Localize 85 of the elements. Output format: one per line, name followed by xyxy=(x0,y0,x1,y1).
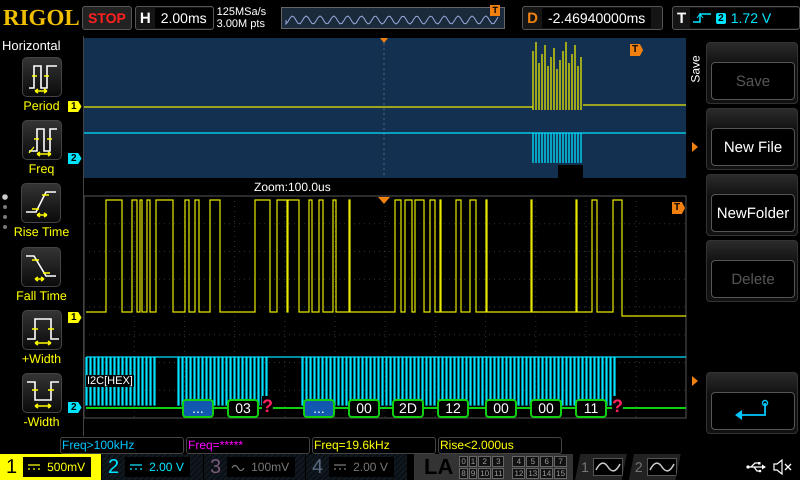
generator-number: 1 xyxy=(581,459,589,475)
measurement-result: Freq=19.6kHz xyxy=(312,436,436,454)
digital-channel-cell: 2 xyxy=(478,456,492,466)
digital-channel-cell: 9 xyxy=(468,468,478,478)
channel-scale: 100mV xyxy=(251,460,290,474)
decode-bus-label: I2C[HEX] xyxy=(86,375,134,387)
trigger-marker: T xyxy=(672,202,686,214)
channel-tab[interactable]: 4 2.00 V xyxy=(306,454,407,480)
channel-marker: 2 xyxy=(68,153,82,164)
digital-channel-cell: 6 xyxy=(540,456,554,466)
back-button[interactable] xyxy=(711,392,795,430)
sine-wave-icon xyxy=(646,458,677,476)
zoom-label: Zoom:100.0us xyxy=(254,180,331,194)
digital-channel-cell: 8 xyxy=(459,468,468,478)
timebase-value: 2.00ms xyxy=(154,8,213,28)
trigger-level-icon xyxy=(692,376,698,386)
page-dots-icon xyxy=(2,194,8,230)
speaker-muted-icon xyxy=(772,459,792,475)
channel-number: 3 xyxy=(210,456,222,478)
rising-edge-icon xyxy=(693,12,712,24)
data-packet: 12 xyxy=(437,399,469,418)
trigger-source: 2 xyxy=(716,12,726,24)
softkey-button[interactable]: New File xyxy=(711,128,795,166)
trigger-level: 1.72 V xyxy=(730,9,772,28)
usb-icon xyxy=(746,461,766,473)
channel-tab[interactable]: 3 100mV xyxy=(204,454,305,480)
channel-scale: 500mV xyxy=(47,460,86,474)
generator-number: 2 xyxy=(634,459,643,475)
generator-tab[interactable]: 2 xyxy=(628,454,681,480)
data-packet: 03 xyxy=(227,399,259,418)
digital-channel-cell: 3 xyxy=(492,456,504,466)
digital-channel-cell: 5 xyxy=(526,456,540,466)
channel-tab[interactable]: 2 2.00 V xyxy=(102,454,203,480)
trigger-position-icon xyxy=(378,197,390,204)
trigger-level-icon xyxy=(692,142,698,152)
trigger-position-icon xyxy=(380,38,388,43)
digital-channel-cell: 0 xyxy=(459,456,468,466)
channel-marker: 2 xyxy=(68,402,82,413)
zoom-window-indicator xyxy=(558,165,583,178)
delay-display[interactable]: D -2.46940000ms xyxy=(522,6,663,30)
data-packet: 00 xyxy=(485,399,517,418)
menu-title: Horizontal xyxy=(1,37,61,55)
stop-button[interactable]: STOP xyxy=(82,6,132,30)
data-packet: 00 xyxy=(530,399,562,418)
digital-channel-cell: 7 xyxy=(554,456,568,466)
memory-depth: 3.00M pts xyxy=(216,18,266,30)
digital-channel-cell: 13 xyxy=(526,468,540,478)
channel-tab[interactable]: 1 500mV xyxy=(0,454,101,480)
digital-channel-cell: 12 xyxy=(512,468,526,478)
channel-scale: 2.00 V xyxy=(149,460,184,474)
trigger-marker: T xyxy=(630,44,644,56)
channel-marker: 1 xyxy=(68,101,82,112)
timebase-label: H xyxy=(138,10,152,26)
sine-wave-icon xyxy=(592,458,623,476)
softkey-button[interactable]: NewFolder xyxy=(711,194,795,232)
data-packet: 11 xyxy=(575,399,607,418)
sample-rate: 125MSa/s xyxy=(216,6,268,18)
delay-label: D xyxy=(526,10,539,26)
digital-channel-cell: 1 xyxy=(468,456,478,466)
delay-value: -2.46940000ms xyxy=(542,8,652,28)
digital-channel-cell: 10 xyxy=(478,468,492,478)
timebase-display[interactable]: H 2.00ms xyxy=(134,6,214,30)
measurement-result: Rise<2.000us xyxy=(438,436,562,454)
channel-number: 2 xyxy=(108,456,120,478)
digital-channel-cell: 11 xyxy=(492,468,504,478)
address-packet: ... xyxy=(303,399,335,418)
digital-channel-cell: 15 xyxy=(554,468,568,478)
trigger-position-marker: T xyxy=(490,5,500,16)
data-packet: 00 xyxy=(348,399,380,418)
channel-marker: 1 xyxy=(68,312,82,323)
trigger-display[interactable]: T 2 1.72 V xyxy=(672,6,800,30)
digital-channel-cell: 14 xyxy=(540,468,554,478)
digital-channel-cell: 4 xyxy=(512,456,526,466)
brand-logo: RIGOL xyxy=(3,5,79,31)
measurement-result: Freq=***** xyxy=(186,436,310,454)
channel-scale: 2.00 V xyxy=(353,460,388,474)
trigger-label: T xyxy=(676,10,688,26)
address-packet: ... xyxy=(182,399,214,418)
data-packet: 2D xyxy=(392,399,424,418)
menu-title: Save xyxy=(688,55,703,83)
channel-number: 1 xyxy=(6,456,18,478)
channel-number: 4 xyxy=(312,456,324,478)
generator-tab[interactable]: 1 xyxy=(575,454,627,480)
measure-item[interactable]: Rise Time xyxy=(14,183,70,247)
measurement-result: Freq>100kHz xyxy=(60,436,184,454)
